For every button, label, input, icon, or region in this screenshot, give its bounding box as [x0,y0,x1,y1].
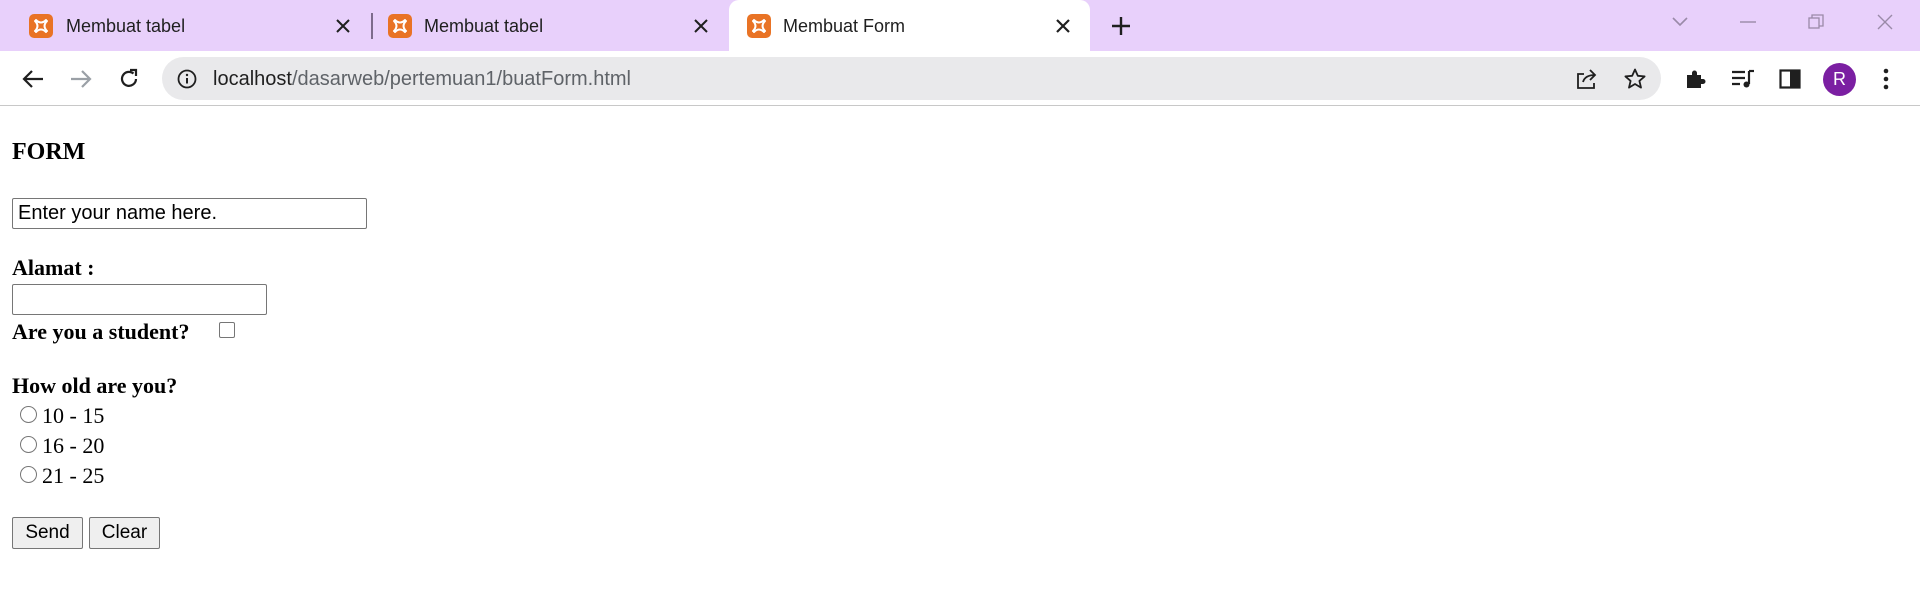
tab-search-button[interactable] [1650,0,1710,44]
url-path: /dasarweb/pertemuan1/buatForm.html [291,68,631,90]
page-title: FORM [12,139,86,165]
age-radio[interactable] [20,405,37,423]
clear-button[interactable]: Clear [89,517,160,549]
age-option-label: 21 - 25 [42,463,105,488]
tab-strip: Membuat tabel Membuat tabel Membuat Form [0,0,1920,51]
close-icon[interactable] [688,13,714,39]
close-window-button[interactable] [1855,0,1915,44]
back-button[interactable] [16,62,50,96]
reload-icon [120,68,138,87]
restore-icon [1808,14,1824,29]
tab-membuat-tabel-1[interactable]: Membuat tabel [0,0,370,51]
close-icon [1877,14,1893,30]
info-icon[interactable] [176,68,198,90]
restore-button[interactable] [1786,0,1846,44]
tab-membuat-form[interactable]: Membuat Form [729,0,1090,51]
xampp-icon [29,14,53,38]
address-bar[interactable]: localhost/dasarweb/pertemuan1/buatForm.h… [162,57,1661,100]
page-content: FORM Alamat : Are you a student? How old… [0,107,1920,607]
xampp-icon [747,14,771,38]
age-label: How old are you? [12,373,178,398]
arrow-right-icon [71,70,92,88]
reload-button[interactable] [112,62,146,96]
alamat-input[interactable] [12,284,267,315]
url-text[interactable]: localhost/dasarweb/pertemuan1/buatForm.h… [213,67,631,91]
age-option-row[interactable]: 16 - 20 [20,433,104,459]
student-label: Are you a student? [12,319,190,344]
age-radio[interactable] [20,435,37,453]
extensions-icon[interactable] [1680,64,1710,94]
url-host: localhost [213,68,292,90]
tab-title: Membuat Form [783,16,906,36]
chevron-down-icon [1672,17,1688,27]
browser-toolbar: localhost/dasarweb/pertemuan1/buatForm.h… [0,51,1920,106]
alamat-label: Alamat : [12,255,95,280]
forward-button[interactable] [64,62,98,96]
tab-title: Membuat tabel [66,16,186,36]
star-icon[interactable] [1622,66,1648,92]
student-checkbox[interactable] [219,322,235,338]
minimize-button[interactable] [1718,0,1778,44]
close-icon[interactable] [330,13,356,39]
age-option-label: 10 - 15 [42,403,105,428]
side-panel-icon[interactable] [1775,64,1805,94]
media-control-icon[interactable] [1728,64,1758,94]
tab-membuat-tabel-2[interactable]: Membuat tabel [372,0,728,51]
arrow-left-icon [22,70,43,88]
profile-avatar[interactable]: R [1823,63,1856,96]
new-tab-button[interactable] [1105,10,1137,42]
share-icon[interactable] [1574,66,1600,92]
name-input[interactable] [12,198,367,229]
xampp-icon [388,14,412,38]
age-option-row[interactable]: 10 - 15 [20,403,104,429]
minimize-icon [1740,21,1756,23]
close-icon[interactable] [1050,13,1076,39]
age-radio[interactable] [20,465,37,483]
age-option-row[interactable]: 21 - 25 [20,463,104,489]
plus-icon [1112,17,1130,35]
kebab-menu-icon[interactable] [1871,64,1901,94]
age-option-label: 16 - 20 [42,433,105,458]
send-button[interactable]: Send [12,517,83,549]
tab-title: Membuat tabel [424,16,544,36]
